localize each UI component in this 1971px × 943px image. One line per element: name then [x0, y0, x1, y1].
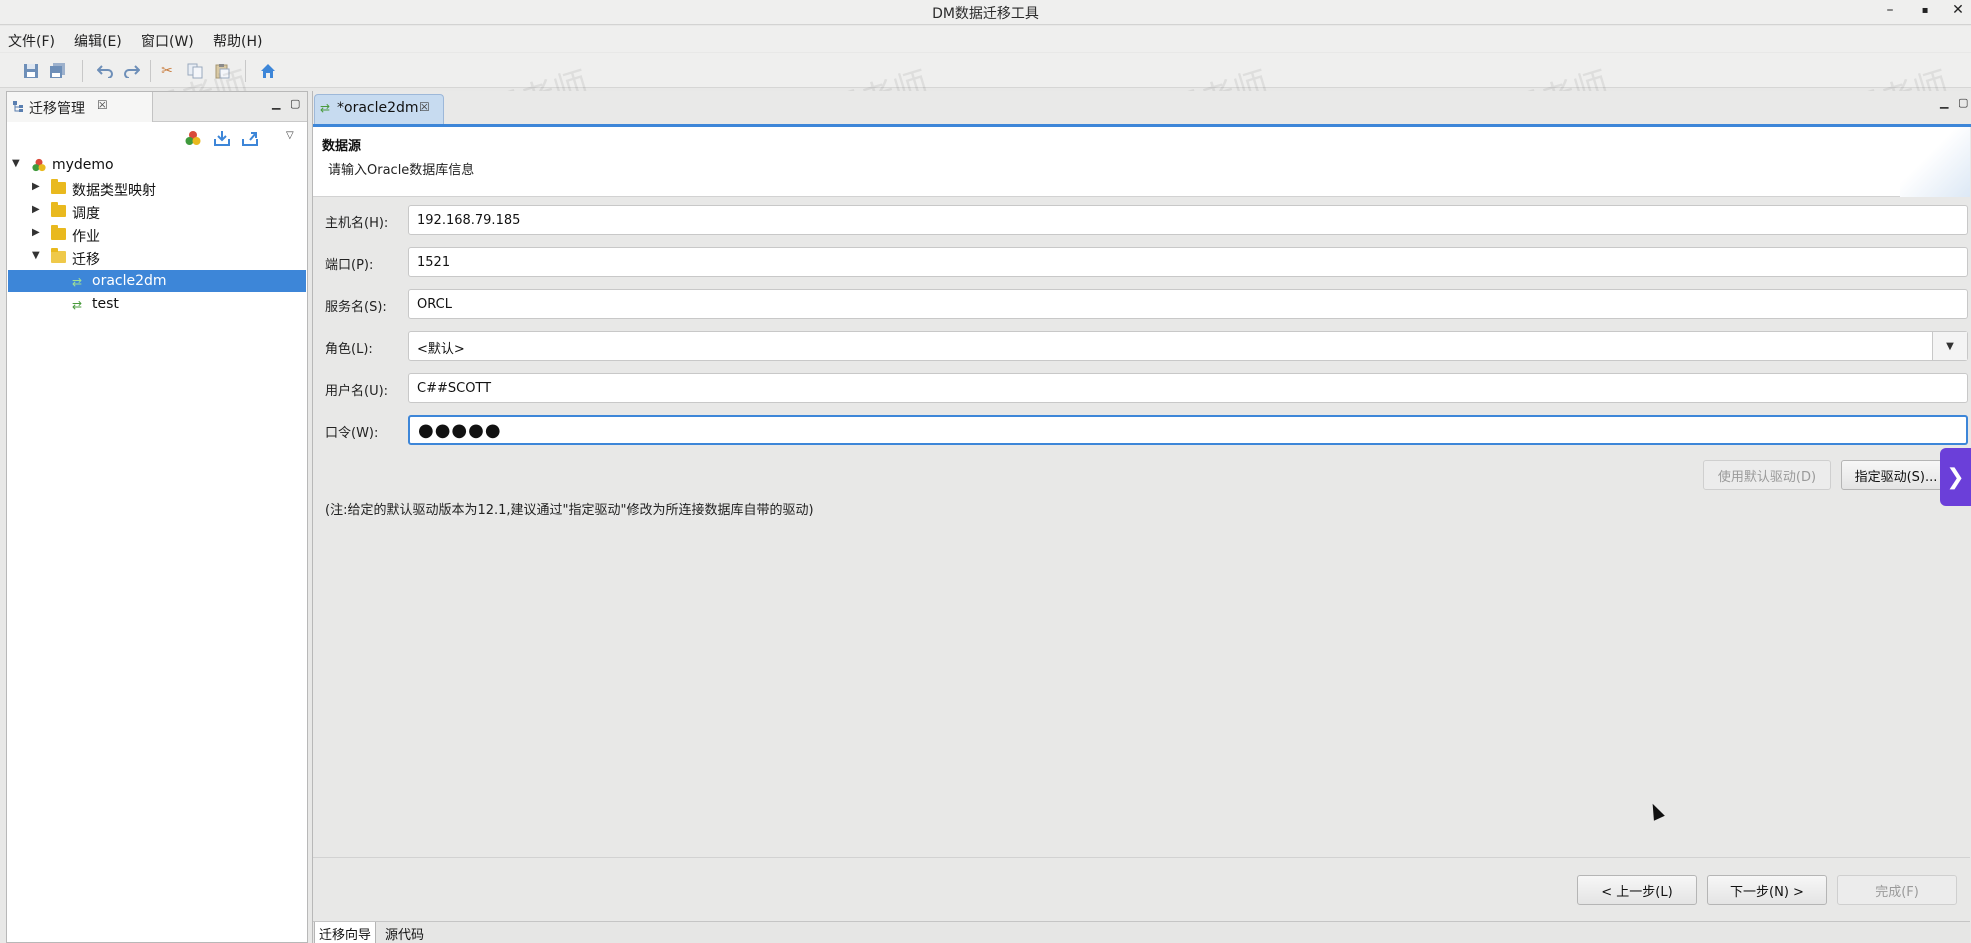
menu-bar: 文件(F) 编辑(E) 窗口(W) 帮助(H) — [0, 26, 1971, 52]
tree-node-mydemo[interactable]: ▼ mydemo — [8, 154, 306, 176]
use-default-driver-button[interactable]: 使用默认驱动(D) — [1703, 460, 1831, 490]
user-row: 用户名(U): — [313, 372, 1970, 404]
menu-file[interactable]: 文件(F) — [8, 31, 55, 51]
menu-window[interactable]: 窗口(W) — [141, 31, 194, 51]
user-label: 用户名(U): — [325, 384, 389, 399]
tree-node-oracle2dm[interactable]: ⇄ oracle2dm — [8, 270, 306, 292]
tree-node-jobs[interactable]: ▶ 作业 — [8, 223, 306, 245]
migration-icon: ⇄ — [72, 298, 83, 312]
collapse-arrow-icon[interactable]: ▼ — [12, 158, 20, 169]
migration-icon: ⇄ — [320, 101, 331, 115]
password-input[interactable] — [408, 415, 1968, 445]
role-selected-value: <默认> — [417, 342, 465, 357]
tree-node-test[interactable]: ⇄ test — [8, 293, 306, 315]
toolbar: ✂ — [0, 53, 1971, 88]
port-row: 端口(P): — [313, 246, 1970, 278]
save-all-icon[interactable] — [49, 62, 67, 80]
wizard-header: 数据源 请输入Oracle数据库信息 — [313, 127, 1970, 197]
migration-manager-panel: 迁移管理 ☒ ▁ ▢ ▽ ▼ mydemo ▶ 数据类型映射 ▶ 调度 ▶ 作业… — [6, 91, 308, 943]
host-label: 主机名(H): — [325, 216, 389, 231]
expand-arrow-icon[interactable]: ▶ — [32, 227, 40, 238]
tree-node-label: mydemo — [52, 157, 114, 173]
title-bar: DM数据迁移工具 – ▪ ✕ — [0, 0, 1971, 25]
minimize-editor-icon[interactable]: ▁ — [1940, 96, 1948, 109]
maximize-button[interactable]: ▪ — [1915, 5, 1935, 16]
copy-icon[interactable] — [186, 62, 204, 80]
tree-node-schedule[interactable]: ▶ 调度 — [8, 200, 306, 222]
folder-icon — [51, 225, 66, 240]
folder-icon — [51, 179, 66, 194]
dropdown-arrow-icon[interactable]: ▼ — [1932, 332, 1967, 360]
migration-icon: ⇄ — [72, 275, 83, 289]
next-button[interactable]: 下一步(N) > — [1707, 875, 1827, 905]
expand-arrow-icon[interactable]: ▶ — [32, 181, 40, 192]
folder-icon — [51, 202, 66, 217]
new-project-icon[interactable] — [185, 130, 201, 150]
editor-tab-bar: ⇄ *oracle2dm ☒ ▁ ▢ — [313, 91, 1971, 124]
import-icon[interactable] — [214, 130, 230, 150]
open-folder-icon — [51, 248, 66, 263]
panel-tab-bar: 迁移管理 ☒ ▁ ▢ — [7, 92, 307, 122]
tree-node-label: 迁移 — [72, 252, 100, 268]
host-input[interactable] — [408, 205, 1968, 235]
editor-bottom-tabs: 迁移向导 源代码 — [313, 921, 1970, 943]
expand-sidebar-chevron-icon[interactable]: ❯ — [1940, 448, 1971, 506]
maximize-panel-icon[interactable]: ▢ — [290, 97, 300, 110]
tree-node-label: oracle2dm — [92, 273, 167, 289]
tab-source-code[interactable]: 源代码 — [381, 922, 428, 943]
specify-driver-button[interactable]: 指定驱动(S)... — [1841, 460, 1951, 490]
back-button[interactable]: < 上一步(L) — [1577, 875, 1697, 905]
port-input[interactable] — [408, 247, 1968, 277]
save-icon[interactable] — [22, 62, 40, 80]
menu-edit[interactable]: 编辑(E) — [74, 31, 122, 51]
password-label: 口令(W): — [325, 426, 379, 441]
wizard-title: 数据源 — [322, 139, 362, 154]
tree-node-migrations[interactable]: ▼ 迁移 — [8, 246, 306, 268]
driver-note: (注:给定的默认驱动版本为12.1,建议通过"指定驱动"修改为所连接数据库自带的… — [325, 503, 814, 518]
tree-node-datatype-mapping[interactable]: ▶ 数据类型映射 — [8, 177, 306, 199]
username-input[interactable] — [408, 373, 1968, 403]
home-icon[interactable] — [259, 62, 277, 80]
port-label: 端口(P): — [325, 258, 374, 273]
collapse-arrow-icon[interactable]: ▼ — [32, 250, 40, 261]
role-row: 角色(L): <默认> ▼ — [313, 330, 1970, 362]
undo-icon[interactable] — [96, 62, 114, 80]
service-row: 服务名(S): — [313, 288, 1970, 320]
export-icon[interactable] — [242, 130, 258, 150]
expand-arrow-icon[interactable]: ▶ — [32, 204, 40, 215]
host-row: 主机名(H): — [313, 204, 1970, 236]
redo-icon[interactable] — [123, 62, 141, 80]
tab-label: 迁移管理 — [29, 101, 85, 117]
tab-oracle2dm[interactable]: ⇄ *oracle2dm ☒ — [314, 94, 444, 124]
service-name-input[interactable] — [408, 289, 1968, 319]
tab-label: *oracle2dm — [337, 100, 419, 116]
project-icon — [32, 158, 46, 172]
migration-wizard-editor: ⇄ *oracle2dm ☒ ▁ ▢ 数据源 请输入Oracle数据库信息 主机… — [312, 91, 1971, 943]
finish-button[interactable]: 完成(F) — [1837, 875, 1957, 905]
role-select[interactable]: <默认> ▼ — [408, 331, 1968, 361]
tree-node-label: test — [92, 296, 119, 312]
tree-node-label: 数据类型映射 — [72, 183, 156, 199]
tab-migration-wizard[interactable]: 迁移向导 — [314, 922, 377, 943]
service-label: 服务名(S): — [325, 300, 387, 315]
panel-toolbar: ▽ — [7, 122, 307, 154]
password-row: 口令(W): — [313, 414, 1970, 446]
close-tab-icon[interactable]: ☒ — [97, 98, 108, 112]
wizard-subtitle: 请输入Oracle数据库信息 — [328, 163, 475, 178]
view-menu-icon[interactable]: ▽ — [286, 130, 294, 141]
cut-icon[interactable]: ✂ — [158, 62, 176, 80]
maximize-editor-icon[interactable]: ▢ — [1958, 96, 1968, 109]
tree-view-icon — [13, 101, 23, 112]
minimize-button[interactable]: – — [1880, 2, 1900, 18]
tab-migration-manager[interactable]: 迁移管理 ☒ — [7, 92, 153, 122]
paste-icon[interactable] — [213, 62, 231, 80]
role-label: 角色(L): — [325, 342, 373, 357]
minimize-panel-icon[interactable]: ▁ — [272, 97, 280, 110]
close-tab-icon[interactable]: ☒ — [419, 100, 430, 114]
tree-node-label: 作业 — [72, 229, 100, 245]
close-button[interactable]: ✕ — [1948, 2, 1968, 18]
tree-node-label: 调度 — [72, 206, 100, 222]
menu-help[interactable]: 帮助(H) — [213, 31, 262, 51]
window-title: DM数据迁移工具 — [932, 6, 1039, 22]
